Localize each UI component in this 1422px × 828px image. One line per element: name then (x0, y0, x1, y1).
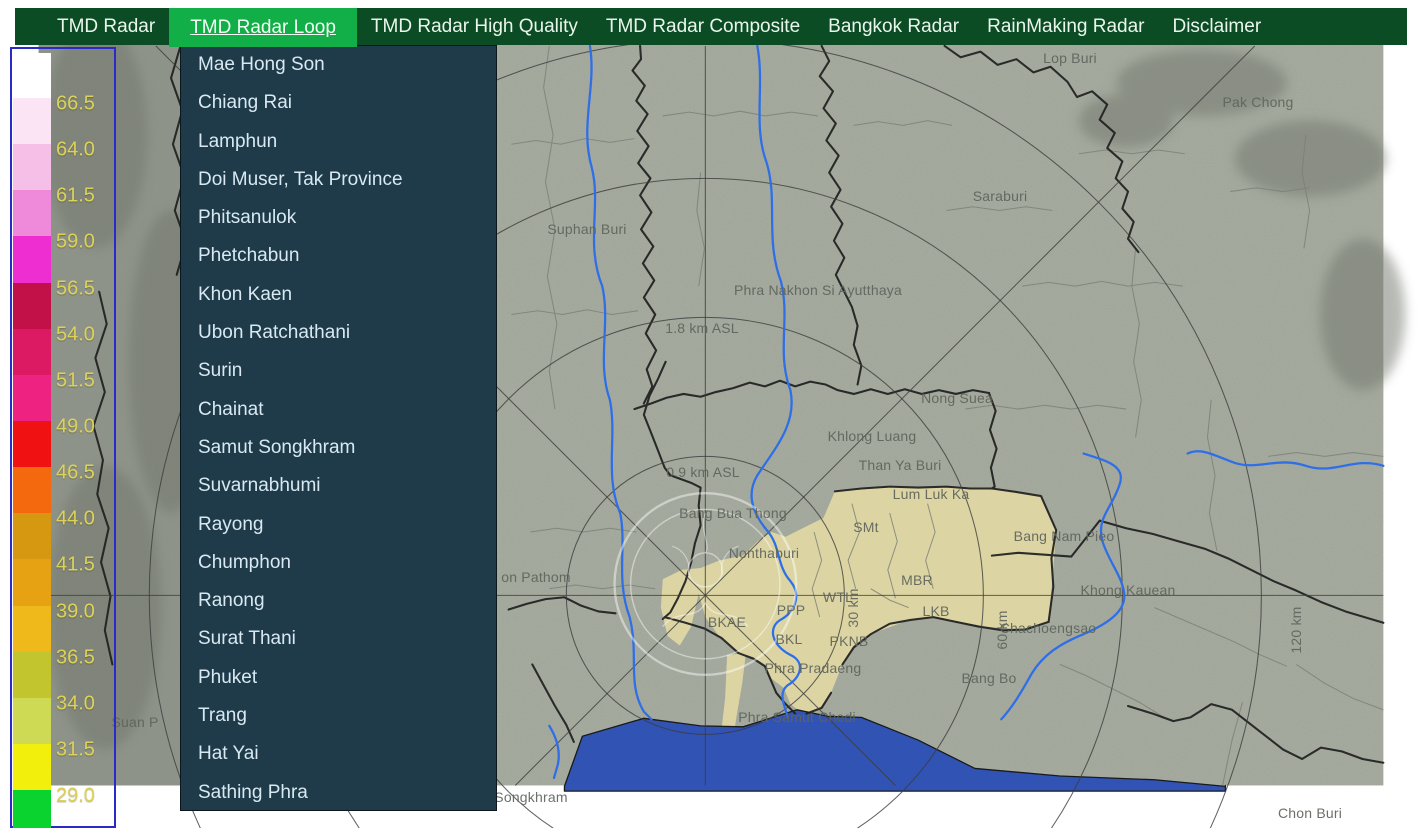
map-label-pak-chong: Pak Chong (1222, 94, 1294, 110)
nav-item-tmd-radar-composite[interactable]: TMD Radar Composite (592, 8, 814, 45)
legend-color-band (13, 328, 51, 375)
legend-value-label: 59.0 (56, 230, 95, 253)
legend-color-band (13, 467, 51, 514)
dropdown-item-sathing-phra[interactable]: Sathing Phra (181, 774, 496, 812)
legend-value-label: 56.5 (56, 277, 95, 300)
dropdown-item-doi-muser-tak-province[interactable]: Doi Muser, Tak Province (181, 161, 496, 199)
map-label-120-km: 120 km (1288, 606, 1304, 654)
dropdown-item-samut-songkhram[interactable]: Samut Songkhram (181, 429, 496, 467)
map-label-saraburi: Saraburi (972, 188, 1028, 204)
legend-value-label: 36.5 (56, 646, 95, 669)
map-label-nonthaburi: Nonthaburi (728, 545, 800, 561)
map-label-bang-nam-pieo: Bang Nam Pieo (1013, 528, 1115, 544)
dropdown-item-ubon-ratchathani[interactable]: Ubon Ratchathani (181, 314, 496, 352)
dropdown-item-phitsanulok[interactable]: Phitsanulok (181, 199, 496, 237)
legend-value-label: 44.0 (56, 507, 95, 530)
dropdown-item-trang[interactable]: Trang (181, 697, 496, 735)
legend-color-band (13, 53, 51, 98)
legend-value-label: 64.0 (56, 138, 95, 161)
legend-color-band (13, 790, 51, 828)
map-label-lop-buri: Lop Buri (1043, 50, 1097, 66)
legend-value-label: 54.0 (56, 323, 95, 346)
map-label-lum-luk-ka: Lum Luk Ka (892, 486, 970, 502)
dropdown-item-surat-thani[interactable]: Surat Thani (181, 620, 496, 658)
map-label-1-8-km-asl: 1.8 km ASL (665, 320, 739, 336)
map-label-ppp: PPP (776, 602, 806, 618)
dropdown-item-chainat[interactable]: Chainat (181, 391, 496, 429)
legend-color-band (13, 697, 51, 744)
nav-item-bangkok-radar[interactable]: Bangkok Radar (814, 8, 973, 45)
legend-color-band (13, 605, 51, 652)
map-label-bang-bua-thong: Bang Bua Thong (679, 505, 787, 521)
legend-value-label: 39.0 (56, 600, 95, 623)
map-label-lkb: LKB (922, 603, 950, 619)
map-label-on-pathom: on Pathom (501, 569, 571, 585)
legend-color-band (13, 98, 51, 145)
nav-item-disclaimer[interactable]: Disclaimer (1158, 8, 1275, 45)
map-label-30-km: 30 km (845, 588, 861, 628)
dropdown-item-khon-kaen[interactable]: Khon Kaen (181, 276, 496, 314)
reflectivity-color-scale: 66.5 64.0 61.5 59.0 56.5 54.0 51.5 49.0 46.5 44.0… (10, 47, 116, 828)
map-label-chachoengsao: Chachoengsao (999, 620, 1097, 636)
legend-value-label: 29.0 (56, 784, 95, 807)
map-label-songkhram: Songkhram (494, 789, 568, 805)
legend-value-label: 46.5 (56, 461, 95, 484)
legend-color-band (13, 374, 51, 421)
map-label-bkl: BKL (775, 631, 803, 647)
top-navbar: TMD Radar TMD Radar Loop TMD Radar High Qu… (15, 8, 1407, 47)
nav-item-tmd-radar-high-quality[interactable]: TMD Radar High Quality (357, 8, 592, 45)
legend-value-label: 31.5 (56, 738, 95, 761)
map-label-bkae: BKAE (707, 614, 747, 630)
legend-color-band (13, 559, 51, 606)
map-label-suphan-buri: Suphan Buri (547, 221, 627, 237)
legend-value-label: 49.0 (56, 415, 95, 438)
legend-value-label: 34.0 (56, 692, 95, 715)
dropdown-item-hat-yai[interactable]: Hat Yai (181, 735, 496, 773)
legend-color-band (13, 282, 51, 329)
legend-color-band (13, 144, 51, 191)
dropdown-item-phetchabun[interactable]: Phetchabun (181, 237, 496, 275)
map-label-suan-p: Suan P (111, 714, 159, 730)
legend-value-label: 66.5 (56, 92, 95, 115)
legend-color-band (13, 420, 51, 468)
map-label-khong-kauean: Khong Kauean (1080, 582, 1176, 598)
dropdown-item-lamphun[interactable]: Lamphun (181, 123, 496, 161)
legend-value-label: 41.5 (56, 553, 95, 576)
map-label-nong-suea: Nong Suea (921, 390, 993, 406)
legend-color-band (13, 651, 51, 698)
map-label-bang-bo: Bang Bo (961, 670, 1017, 686)
map-label-60-km: 60 km (994, 610, 1010, 650)
dropdown-item-ranong[interactable]: Ranong (181, 582, 496, 620)
map-label-chon-buri: Chon Buri (1277, 805, 1343, 821)
dropdown-item-chumphon[interactable]: Chumphon (181, 544, 496, 582)
map-label-pknb: PKNB (829, 633, 869, 649)
map-label-0-9-km-asl: 0.9 km ASL (666, 464, 740, 480)
dropdown-item-phuket[interactable]: Phuket (181, 659, 496, 697)
dropdown-item-chiang-rai[interactable]: Chiang Rai (181, 84, 496, 122)
nav-item-tmd-radar[interactable]: TMD Radar (43, 8, 169, 45)
legend-color-band (13, 190, 51, 237)
map-label-than-ya-buri: Than Ya Buri (858, 457, 942, 473)
dropdown-item-surin[interactable]: Surin (181, 352, 496, 390)
legend-color-band (13, 513, 51, 560)
map-label-phra-pradaeng: Phra Pradaeng (764, 660, 862, 676)
map-label-smt: SMt (853, 519, 879, 535)
map-label-phra-nakhon-si-ayutthaya: Phra Nakhon Si Ayutthaya (734, 282, 902, 298)
nav-item-rainmaking-radar[interactable]: RainMaking Radar (973, 8, 1158, 45)
map-label-mbr: MBR (901, 572, 933, 588)
dropdown-item-suvarnabhumi[interactable]: Suvarnabhumi (181, 467, 496, 505)
dropdown-item-rayong[interactable]: Rayong (181, 506, 496, 544)
map-label-khlong-luang: Khlong Luang (827, 428, 917, 444)
legend-value-label: 51.5 (56, 369, 95, 392)
dropdown-item-mae-hong-son[interactable]: Mae Hong Son (181, 46, 496, 84)
radar-loop-dropdown-menu: Mae Hong Son Chiang Rai Lamphun Doi Muser, … (180, 45, 497, 811)
legend-color-band (13, 236, 51, 283)
nav-item-tmd-radar-loop[interactable]: TMD Radar Loop (169, 8, 357, 47)
legend-color-band (13, 743, 51, 791)
map-label-phra-samut-chedi: Phra Samut Chedi (738, 709, 856, 725)
legend-value-label: 61.5 (56, 184, 95, 207)
